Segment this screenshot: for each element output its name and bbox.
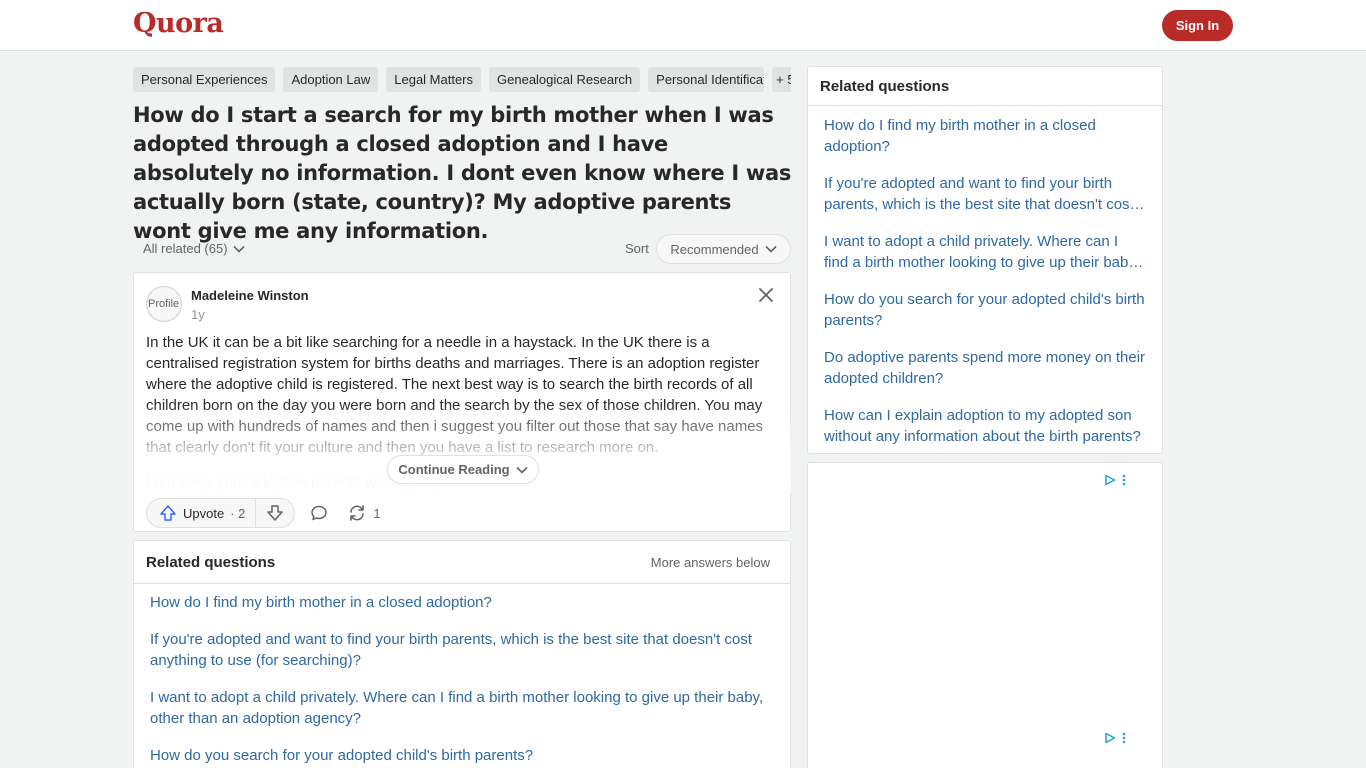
upvote-count: · 2 xyxy=(230,505,246,521)
sidebar-related-link[interactable]: How can I explain adoption to my adopted… xyxy=(824,405,1146,447)
sidebar-related-link[interactable]: I want to adopt a child privately. Where… xyxy=(824,231,1146,273)
sidebar-related-text: How do I find my birth mother in a close… xyxy=(824,117,1096,155)
sidebar-related-text: I want to adopt a child privately. Where… xyxy=(824,233,1139,271)
answer-paragraph: In the UK it can be a bit like searching… xyxy=(146,334,764,456)
comment-button[interactable] xyxy=(309,504,329,522)
avatar[interactable]: Profile xyxy=(146,286,182,322)
sidebar-related-text: How do you search for your adopted child… xyxy=(824,291,1145,329)
vote-group: Upvote · 2 xyxy=(146,498,296,528)
sidebar-related-link[interactable]: If you're adopted and want to find your … xyxy=(824,173,1146,215)
sidebar-related-title: Related questions xyxy=(808,67,1162,106)
adchoices-icon[interactable] xyxy=(1104,474,1116,486)
related-questions-header: Related questions More answers below xyxy=(134,541,790,584)
sort-label: Sort xyxy=(625,241,649,256)
upvote-label: Upvote xyxy=(183,505,225,521)
related-questions-list: How do I find my birth mother in a close… xyxy=(134,584,790,766)
related-questions-title: Related questions xyxy=(146,553,276,571)
all-related-label: All related (65) xyxy=(143,241,228,256)
sign-in-button[interactable]: Sign In xyxy=(1162,10,1233,41)
sidebar-related-link[interactable]: How do I find my birth mother in a close… xyxy=(824,115,1146,157)
related-question-link[interactable]: How do I find my birth mother in a close… xyxy=(150,592,774,613)
topic-list: Personal Experiences Adoption Law Legal … xyxy=(133,67,791,92)
chevron-down-icon xyxy=(516,466,528,474)
sidebar-related-text: If you're adopted and want to find your … xyxy=(824,175,1134,213)
related-question-link[interactable]: How do you search for your adopted child… xyxy=(150,745,774,766)
adchoices-icon[interactable] xyxy=(1104,732,1116,744)
ad-menu-icon[interactable] xyxy=(1122,474,1126,486)
related-question-link[interactable]: If you're adopted and want to find your … xyxy=(150,629,774,671)
quora-logo[interactable]: Quora xyxy=(133,8,224,39)
sidebar-related-text: Do adoptive parents spend more money on … xyxy=(824,349,1146,387)
answer-card: Profile Madeleine Winston 1y In the UK i… xyxy=(133,272,791,532)
topic-tag[interactable]: Adoption Law xyxy=(283,67,379,92)
related-question-link[interactable]: I want to adopt a child privately. Where… xyxy=(150,687,774,729)
all-related-dropdown[interactable]: All related (65) xyxy=(143,241,245,256)
sidebar-related-list: How do I find my birth mother in a close… xyxy=(808,106,1162,447)
close-icon[interactable] xyxy=(756,285,776,305)
ad-controls-bottom[interactable] xyxy=(1104,731,1134,745)
share-count: 1 xyxy=(373,505,381,521)
topic-tag[interactable]: Genealogical Research xyxy=(489,67,641,92)
sidebar-related-questions: Related questions How do I find my birth… xyxy=(807,66,1163,454)
related-questions-main: Related questions More answers below How… xyxy=(133,540,791,768)
answer-actions: Upvote · 2 1 xyxy=(146,498,381,528)
avatar-alt-text: Profile xyxy=(148,298,180,310)
continue-reading-label: Continue Reading xyxy=(398,462,510,477)
ad-menu-icon[interactable] xyxy=(1122,732,1126,744)
share-button[interactable]: 1 xyxy=(347,504,381,522)
ad-slot xyxy=(807,462,1163,768)
sort-value: Recommended xyxy=(670,241,759,257)
topic-tag[interactable]: Personal Experiences xyxy=(133,67,276,92)
upvote-arrow-icon xyxy=(160,505,176,521)
author-name[interactable]: Madeleine Winston xyxy=(191,288,309,303)
sort-dropdown[interactable]: Recommended xyxy=(656,234,791,264)
more-answers-below-label: More answers below xyxy=(650,554,770,570)
sidebar-related-link[interactable]: How do you search for your adopted child… xyxy=(824,289,1146,331)
topic-tag[interactable]: Legal Matters xyxy=(386,67,482,92)
ad-controls-top[interactable] xyxy=(1104,473,1134,487)
question-title: How do I start a search for my birth mot… xyxy=(133,103,792,243)
chevron-down-icon xyxy=(765,245,777,253)
downvote-button[interactable] xyxy=(256,499,294,527)
share-icon xyxy=(350,505,365,521)
continue-reading-button[interactable]: Continue Reading xyxy=(387,455,539,484)
more-topics-tag[interactable]: + 5 xyxy=(772,67,791,92)
top-header: Quora Sign In xyxy=(0,0,1366,51)
chevron-down-icon xyxy=(232,245,245,253)
sidebar-related-text: How can I explain adoption to my adopted… xyxy=(824,407,1141,445)
upvote-button[interactable]: Upvote · 2 xyxy=(147,499,257,527)
downvote-arrow-icon xyxy=(267,505,284,521)
sidebar-related-link[interactable]: Do adoptive parents spend more money on … xyxy=(824,347,1146,389)
answer-timestamp[interactable]: 1y xyxy=(191,307,205,322)
comment-icon xyxy=(311,505,328,521)
topic-tag[interactable]: Personal Identification xyxy=(648,67,765,92)
